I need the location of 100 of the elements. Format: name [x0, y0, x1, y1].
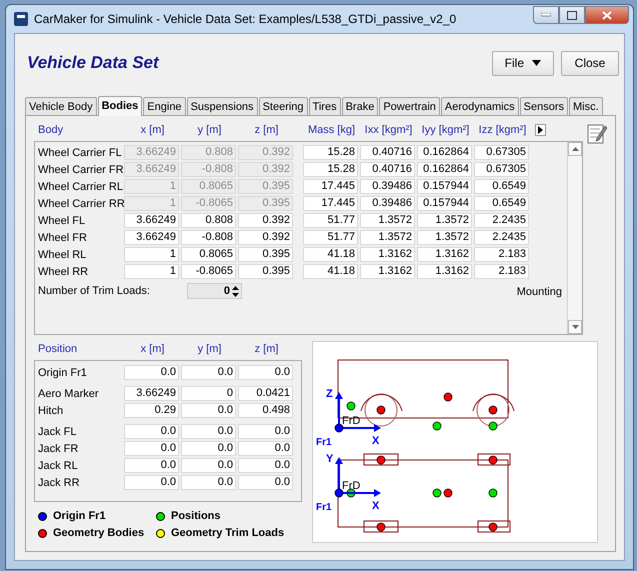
tab[interactable]: Suspensions	[186, 97, 258, 115]
value-field[interactable]: 51.77	[303, 230, 358, 245]
scrollbar[interactable]	[567, 142, 582, 334]
value-field[interactable]: 0.392	[238, 230, 293, 245]
value-field[interactable]: 1.3162	[417, 247, 472, 262]
value-field[interactable]: 0.0	[238, 441, 293, 456]
value-field[interactable]: 0.395	[238, 264, 293, 279]
close-button[interactable]	[585, 6, 629, 24]
value-field[interactable]: 0.0	[124, 424, 179, 439]
tab[interactable]: Brake	[342, 97, 378, 115]
value-field[interactable]: 15.28	[303, 145, 358, 160]
value-field[interactable]: 0.395	[238, 247, 293, 262]
value-field[interactable]: 2.183	[474, 264, 529, 279]
value-field[interactable]: 0.39486	[360, 196, 415, 211]
frame-label: FrD	[342, 415, 360, 427]
value-field[interactable]: 3.66249	[124, 213, 179, 228]
maximize-button[interactable]	[559, 6, 585, 24]
value-field[interactable]: 0.0	[238, 365, 293, 380]
value-field[interactable]: 17.445	[303, 196, 358, 211]
value-field[interactable]: 2.2435	[474, 213, 529, 228]
value-field[interactable]: 0.67305	[474, 145, 529, 160]
origin-label: Fr1	[316, 437, 332, 448]
tab[interactable]: Steering	[258, 97, 308, 115]
tab[interactable]: Bodies	[98, 96, 142, 116]
tab[interactable]: Powertrain	[379, 97, 440, 115]
value-field[interactable]: 0.0	[181, 403, 236, 418]
row-label: Wheel RR	[38, 266, 90, 278]
value-field[interactable]: 0.8065	[181, 247, 236, 262]
close-icon	[602, 10, 612, 20]
value-field[interactable]: 0.0	[238, 458, 293, 473]
field-label: Number of Trim Loads:	[38, 285, 151, 297]
value-field[interactable]: 0.162864	[417, 145, 472, 160]
value-field[interactable]: 0.0	[124, 365, 179, 380]
value-field[interactable]: 51.77	[303, 213, 358, 228]
value-field[interactable]: -0.8065	[181, 264, 236, 279]
value-field[interactable]: 1.3572	[360, 213, 415, 228]
marker-dot	[488, 406, 498, 414]
value-field[interactable]: 0.392	[238, 213, 293, 228]
value-field[interactable]: 1.3162	[360, 264, 415, 279]
caret-icon	[532, 60, 541, 66]
value-field[interactable]: 0.0	[124, 441, 179, 456]
value-field[interactable]: 0.0421	[238, 386, 293, 401]
window-title: CarMaker for Simulink - Vehicle Data Set: Examples/L538_GTDi_passive_v2_0	[34, 12, 458, 26]
value-field[interactable]: 0.498	[238, 403, 293, 418]
value-field[interactable]: 2.2435	[474, 230, 529, 245]
value-field[interactable]: 0.0	[124, 475, 179, 490]
value-field[interactable]: 1.3572	[417, 230, 472, 245]
value-field[interactable]: 41.18	[303, 247, 358, 262]
value-field[interactable]: 0.808	[181, 213, 236, 228]
value-field[interactable]: 1.3572	[417, 213, 472, 228]
value-field[interactable]: -0.808	[181, 230, 236, 245]
tab[interactable]: Sensors	[520, 97, 568, 115]
value-field[interactable]: 1.3162	[417, 264, 472, 279]
column-header: x [m]	[140, 124, 166, 136]
value-field[interactable]: 0.0	[181, 365, 236, 380]
value-field[interactable]: 0.0	[181, 458, 236, 473]
axes-drawing	[335, 457, 381, 497]
tab[interactable]: Vehicle Body	[25, 97, 97, 115]
value-field[interactable]: 1.3572	[360, 230, 415, 245]
marker-dot	[444, 392, 452, 402]
value-field[interactable]: 0.6549	[474, 179, 529, 194]
value-field[interactable]: 17.445	[303, 179, 358, 194]
value-field[interactable]: 0	[181, 386, 236, 401]
minimize-button[interactable]	[533, 6, 559, 24]
marker-dot	[334, 488, 344, 498]
value-field[interactable]: 0.157944	[417, 196, 472, 211]
value-field[interactable]: 0.0	[181, 475, 236, 490]
trim-loads-spinner[interactable]: 0	[187, 283, 242, 299]
scroll-right-button[interactable]	[535, 124, 546, 136]
value-field[interactable]: 3.66249	[124, 230, 179, 245]
value-field[interactable]: 0.0	[124, 458, 179, 473]
legend-label: Geometry Trim Loads	[171, 527, 284, 539]
file-menu-button[interactable]: File	[492, 50, 554, 76]
value-field[interactable]: 0.0	[181, 441, 236, 456]
value-field[interactable]: 0.0	[181, 424, 236, 439]
value-field[interactable]: 0.40716	[360, 145, 415, 160]
value-field[interactable]: 0.157944	[417, 179, 472, 194]
value-field[interactable]: 0.67305	[474, 162, 529, 177]
column-header: Body	[38, 124, 64, 136]
notepad-pencil-icon[interactable]	[587, 122, 607, 144]
value-field[interactable]: 3.66249	[124, 386, 179, 401]
value-field[interactable]: 0.0	[238, 424, 293, 439]
tab[interactable]: Tires	[308, 97, 341, 115]
tab[interactable]: Engine	[143, 97, 186, 115]
value-field[interactable]: 0.6549	[474, 196, 529, 211]
value-field[interactable]: 0.29	[124, 403, 179, 418]
value-field[interactable]: 0.162864	[417, 162, 472, 177]
value-field[interactable]: 0.0	[238, 475, 293, 490]
value-field[interactable]: 1.3162	[360, 247, 415, 262]
value-field[interactable]: 15.28	[303, 162, 358, 177]
value-field[interactable]: 2.183	[474, 247, 529, 262]
scroll-down-icon	[572, 325, 578, 329]
tab[interactable]: Aerodynamics	[440, 97, 519, 115]
value-field[interactable]: 1	[124, 264, 179, 279]
tab[interactable]: Misc.	[568, 97, 603, 115]
value-field[interactable]: 0.39486	[360, 179, 415, 194]
value-field[interactable]: 41.18	[303, 264, 358, 279]
value-field[interactable]: 1	[124, 247, 179, 262]
value-field[interactable]: 0.40716	[360, 162, 415, 177]
close-dialog-button[interactable]: Close	[561, 50, 619, 76]
